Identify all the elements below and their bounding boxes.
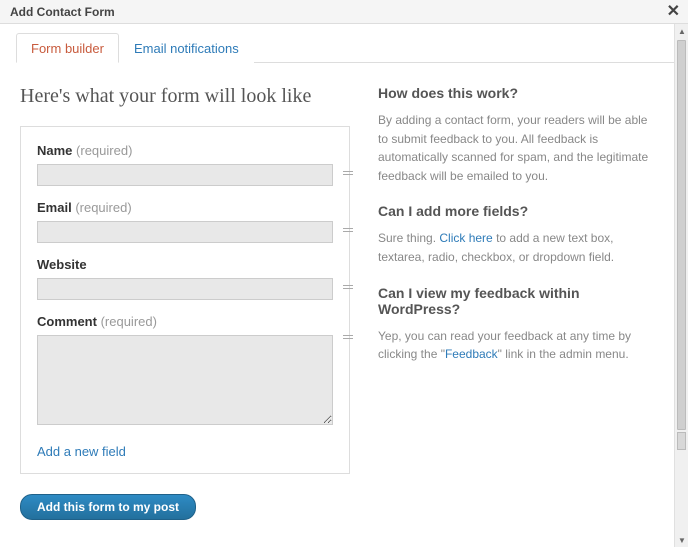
tab-email-notifications[interactable]: Email notifications xyxy=(119,33,254,63)
tabs: Form builder Email notifications xyxy=(16,32,674,63)
help-q1: How does this work? xyxy=(378,85,656,101)
add-new-field-link[interactable]: Add a new field xyxy=(37,444,126,459)
field-comment-textarea[interactable] xyxy=(37,335,333,425)
field-name: Name (required) xyxy=(37,143,333,186)
preview-heading: Here's what your form will look like xyxy=(20,85,350,108)
tab-form-builder[interactable]: Form builder xyxy=(16,33,119,63)
field-comment: Comment (required) xyxy=(37,314,333,428)
help-column: How does this work? By adding a contact … xyxy=(378,85,656,520)
help-q2: Can I add more fields? xyxy=(378,203,656,219)
help-a1: By adding a contact form, your readers w… xyxy=(378,111,656,185)
form-preview-column: Here's what your form will look like Nam… xyxy=(20,85,350,520)
help-q3: Can I view my feedback within WordPress? xyxy=(378,285,656,317)
scroll-thumb[interactable] xyxy=(677,40,686,430)
field-name-label: Name (required) xyxy=(37,143,333,158)
field-email-input[interactable] xyxy=(37,221,333,243)
scroll-down-icon[interactable]: ▼ xyxy=(675,533,688,547)
field-website-label: Website xyxy=(37,257,333,272)
click-here-link[interactable]: Click here xyxy=(439,231,492,245)
drag-handle-icon[interactable] xyxy=(343,285,353,289)
help-a2: Sure thing. Click here to add a new text… xyxy=(378,229,656,266)
dialog-body: Form builder Email notifications Here's … xyxy=(0,24,674,547)
close-icon[interactable]: ✕ xyxy=(667,4,680,20)
form-preview-box: Name (required) Email (required) xyxy=(20,126,350,474)
field-name-input[interactable] xyxy=(37,164,333,186)
drag-handle-icon[interactable] xyxy=(343,228,353,232)
field-website-input[interactable] xyxy=(37,278,333,300)
field-email: Email (required) xyxy=(37,200,333,243)
vertical-scrollbar[interactable]: ▲ ▼ xyxy=(674,24,688,547)
titlebar: Add Contact Form ✕ xyxy=(0,0,688,24)
field-email-label: Email (required) xyxy=(37,200,333,215)
drag-handle-icon[interactable] xyxy=(343,335,353,339)
field-website: Website xyxy=(37,257,333,300)
content: Here's what your form will look like Nam… xyxy=(0,63,674,538)
field-comment-label: Comment (required) xyxy=(37,314,333,329)
window-title: Add Contact Form xyxy=(10,5,115,19)
feedback-link[interactable]: Feedback xyxy=(445,347,498,361)
help-a3: Yep, you can read your feedback at any t… xyxy=(378,327,656,364)
scroll-notch[interactable] xyxy=(677,432,686,450)
scroll-up-icon[interactable]: ▲ xyxy=(675,24,688,38)
add-form-button[interactable]: Add this form to my post xyxy=(20,494,196,520)
drag-handle-icon[interactable] xyxy=(343,171,353,175)
